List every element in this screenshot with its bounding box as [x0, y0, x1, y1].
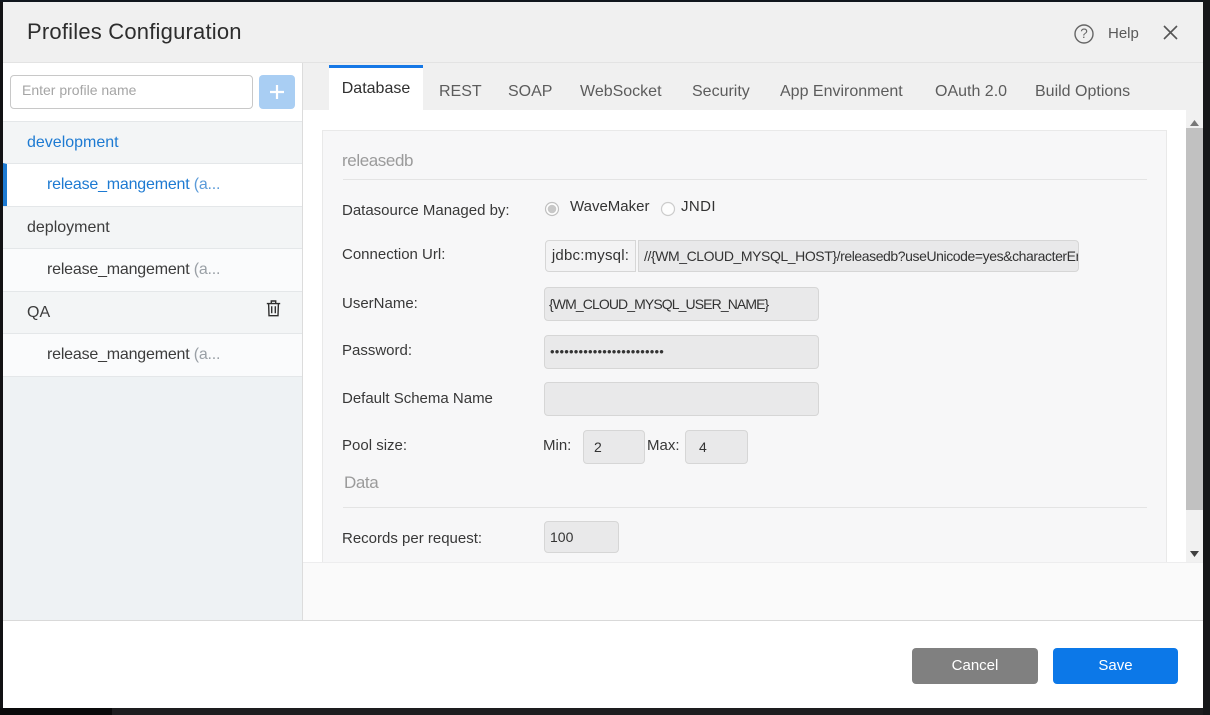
svg-text:?: ?: [1080, 26, 1088, 41]
